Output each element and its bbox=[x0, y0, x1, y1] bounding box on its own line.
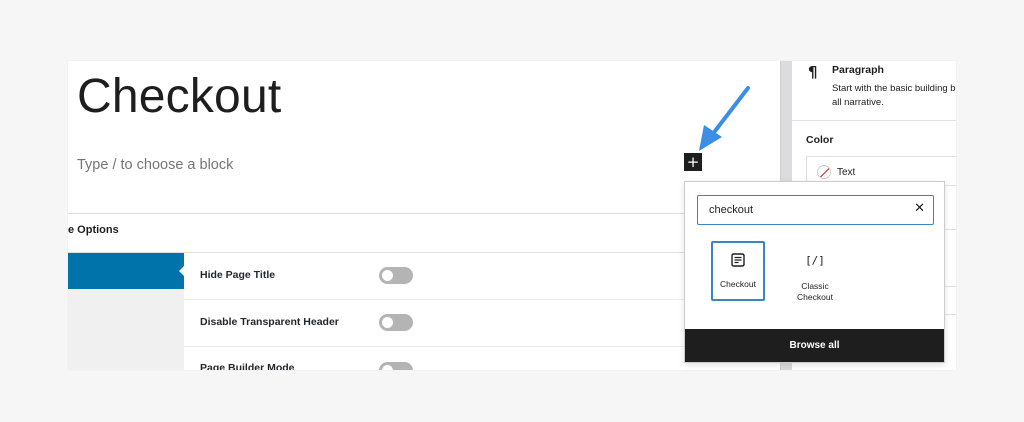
block-placeholder[interactable]: Type / to choose a block bbox=[77, 157, 233, 173]
block-card-description: Start with the basic building b all narr… bbox=[832, 82, 956, 110]
label-line: Checkout bbox=[797, 292, 833, 302]
add-block-button[interactable]: + bbox=[684, 153, 702, 171]
sidebar-divider bbox=[792, 120, 956, 121]
hide-title-toggle[interactable] bbox=[379, 267, 413, 284]
block-option-label: Classic Checkout bbox=[788, 281, 842, 303]
label-line: Classic bbox=[801, 281, 829, 291]
arrow-pointer-icon bbox=[699, 86, 750, 151]
browse-all-button[interactable]: Browse all bbox=[685, 329, 944, 362]
shortcode-icon: [/] bbox=[788, 251, 842, 269]
page-builder-toggle[interactable] bbox=[379, 362, 413, 370]
checkout-block-icon bbox=[731, 253, 745, 267]
shortcode-glyph: [/] bbox=[805, 254, 825, 267]
block-card-title: Paragraph bbox=[832, 64, 884, 76]
transparent-header-toggle[interactable] bbox=[379, 314, 413, 331]
text-color-label: Text bbox=[837, 167, 856, 178]
setting-row-transparent-header: Disable Transparent Header bbox=[184, 300, 760, 347]
meta-tab-active[interactable] bbox=[68, 253, 185, 289]
block-option-classic-checkout[interactable]: [/] Classic Checkout bbox=[788, 241, 842, 303]
block-search-box: ✕ bbox=[697, 195, 934, 225]
meta-rows: Hide Page Title Disable Transparent Head… bbox=[184, 253, 760, 370]
block-option-label: Checkout bbox=[720, 279, 756, 289]
meta-box-header[interactable]: e Options bbox=[68, 224, 119, 236]
setting-label: Page Builder Mode bbox=[200, 362, 295, 370]
description-line: all narrative. bbox=[832, 97, 884, 108]
screenshot-frame: Checkout Type / to choose a block + e Op… bbox=[68, 61, 956, 370]
meta-tabs bbox=[68, 253, 185, 370]
page-title[interactable]: Checkout bbox=[77, 67, 281, 127]
description-line: Start with the basic building b bbox=[832, 83, 956, 94]
close-icon[interactable]: ✕ bbox=[914, 201, 925, 217]
setting-row-hide-title: Hide Page Title bbox=[184, 253, 760, 300]
meta-divider bbox=[68, 213, 780, 214]
setting-row-page-builder: Page Builder Mode bbox=[184, 347, 760, 370]
color-panel-title[interactable]: Color bbox=[806, 134, 833, 146]
block-inserter-popover: ✕ Checkout [/] Classic Checkout Browse a… bbox=[684, 181, 945, 363]
paragraph-icon: ¶ bbox=[808, 63, 818, 81]
setting-label: Disable Transparent Header bbox=[200, 316, 339, 328]
block-search-input[interactable] bbox=[709, 196, 899, 223]
setting-label: Hide Page Title bbox=[200, 269, 276, 281]
editor-canvas: Checkout Type / to choose a block + e Op… bbox=[68, 61, 780, 370]
no-color-icon bbox=[817, 165, 831, 179]
block-option-checkout[interactable]: Checkout bbox=[711, 241, 765, 301]
